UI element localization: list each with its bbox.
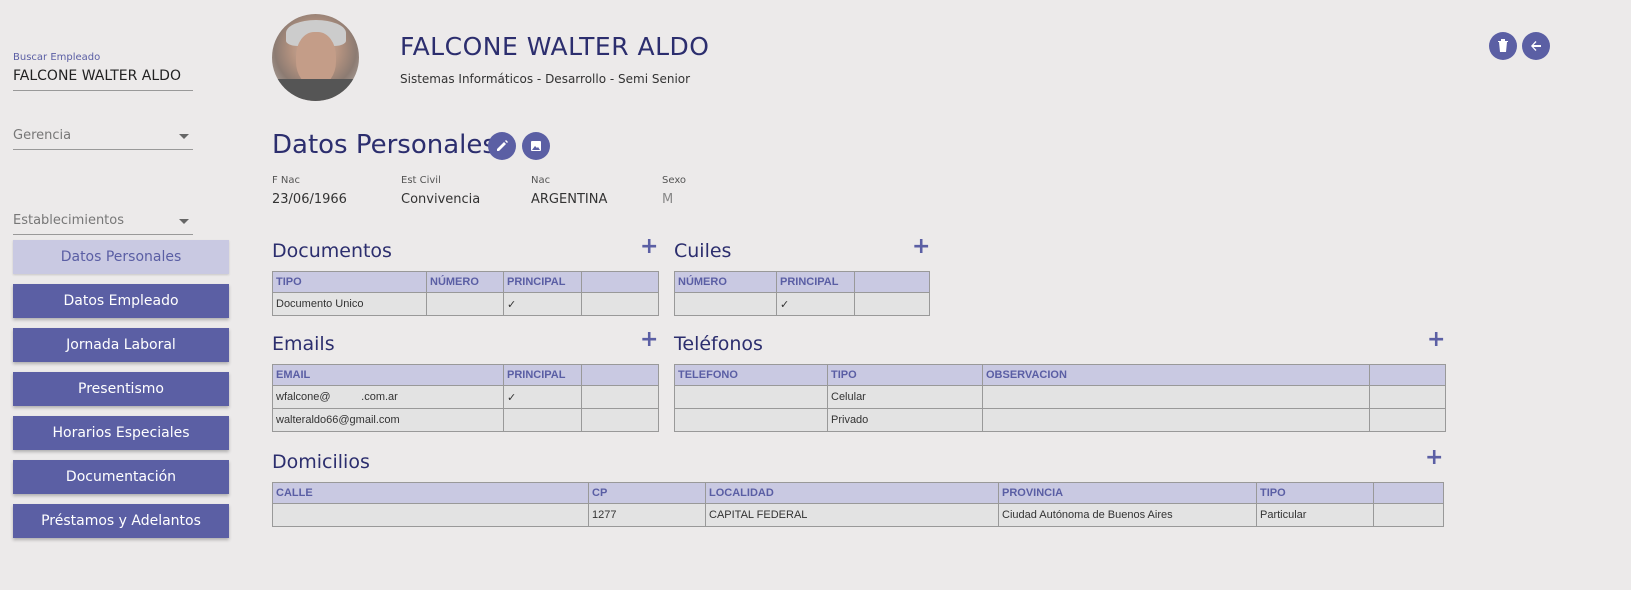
col-principal: PRINCIPAL <box>503 364 582 386</box>
table-row[interactable]: wfalcone@ .com.ar ✓ <box>272 385 659 409</box>
col-observacion: OBSERVACION <box>982 364 1370 386</box>
cuiles-title: Cuiles <box>674 240 732 262</box>
nac-value: ARGENTINA <box>531 192 608 207</box>
col-principal: PRINCIPAL <box>776 271 855 293</box>
image-icon <box>531 141 541 151</box>
employee-name: FALCONE WALTER ALDO <box>400 32 710 61</box>
photo-button[interactable] <box>522 132 550 160</box>
documentos-title: Documentos <box>272 240 392 262</box>
edit-button[interactable] <box>488 132 516 160</box>
col-provincia: PROVINCIA <box>998 482 1257 504</box>
documentos-table: TIPO NÚMERO PRINCIPAL Documento Unico ✓ <box>272 271 659 316</box>
table-row[interactable]: Documento Unico ✓ <box>272 292 659 316</box>
col-calle: CALLE <box>272 482 589 504</box>
sidebar: Buscar Empleado FALCONE WALTER ALDO Gere… <box>13 0 229 538</box>
table-header: NÚMERO PRINCIPAL <box>674 271 930 293</box>
domicilios-table: CALLE CP LOCALIDAD PROVINCIA TIPO 1277 C… <box>272 482 1444 527</box>
fnac-value: 23/06/1966 <box>272 192 347 207</box>
gerencia-placeholder: Gerencia <box>13 128 72 143</box>
col-tipo: TIPO <box>827 364 983 386</box>
check-icon: ✓ <box>503 292 582 316</box>
emails-title: Emails <box>272 333 335 355</box>
col-tipo: TIPO <box>1256 482 1374 504</box>
sexo-label: Sexo <box>662 175 687 186</box>
table-row[interactable]: Celular <box>674 385 1446 409</box>
nav-presentismo[interactable]: Presentismo <box>13 372 229 406</box>
search-input[interactable]: FALCONE WALTER ALDO <box>13 63 193 91</box>
col-cp: CP <box>588 482 706 504</box>
col-actions <box>581 271 659 293</box>
check-icon: ✓ <box>503 385 582 409</box>
domicilios-title: Domicilios <box>272 451 370 473</box>
table-header: CALLE CP LOCALIDAD PROVINCIA TIPO <box>272 482 1444 504</box>
col-telefono: TELEFONO <box>674 364 828 386</box>
table-row[interactable]: 1277 CAPITAL FEDERAL Ciudad Autónoma de … <box>272 503 1444 527</box>
table-header: TIPO NÚMERO PRINCIPAL <box>272 271 659 293</box>
search-label: Buscar Empleado <box>13 52 101 63</box>
nav-datos-personales[interactable]: Datos Personales <box>13 240 229 274</box>
col-numero: NÚMERO <box>426 271 504 293</box>
pencil-icon <box>497 140 508 151</box>
fnac-label: F Nac <box>272 175 301 186</box>
employee-search[interactable]: Buscar Empleado FALCONE WALTER ALDO <box>13 52 193 91</box>
telefonos-table: TELEFONO TIPO OBSERVACION Celular Privad… <box>674 364 1446 432</box>
col-actions <box>1369 364 1446 386</box>
chevron-down-icon <box>179 134 189 139</box>
trash-icon <box>1498 39 1508 52</box>
add-documento-icon[interactable]: + <box>640 236 658 258</box>
telefonos-title: Teléfonos <box>674 333 763 355</box>
chevron-down-icon <box>179 219 189 224</box>
table-row[interactable]: ✓ <box>674 292 930 316</box>
arrow-left-icon <box>1531 41 1541 51</box>
col-actions <box>854 271 930 293</box>
col-actions <box>1373 482 1444 504</box>
nav-horarios-especiales[interactable]: Horarios Especiales <box>13 416 229 450</box>
add-cuil-icon[interactable]: + <box>912 236 930 258</box>
nac-label: Nac <box>531 175 551 186</box>
add-domicilio-icon[interactable]: + <box>1425 447 1443 469</box>
establecimientos-placeholder: Establecimientos <box>13 213 125 228</box>
estcivil-value: Convivencia <box>401 192 481 207</box>
employee-avatar <box>272 14 359 101</box>
estcivil-label: Est Civil <box>401 175 441 186</box>
employee-subtitle: Sistemas Informáticos - Desarrollo - Sem… <box>400 72 691 86</box>
add-email-icon[interactable]: + <box>640 329 658 351</box>
check-icon: ✓ <box>776 292 855 316</box>
col-principal: PRINCIPAL <box>503 271 582 293</box>
delete-button[interactable] <box>1489 32 1517 60</box>
col-localidad: LOCALIDAD <box>705 482 999 504</box>
personal-data-title: Datos Personales <box>272 130 496 160</box>
col-numero: NÚMERO <box>674 271 777 293</box>
nav-prestamos-adelantos[interactable]: Préstamos y Adelantos <box>13 504 229 538</box>
col-tipo: TIPO <box>272 271 427 293</box>
nav-documentacion[interactable]: Documentación <box>13 460 229 494</box>
add-telefono-icon[interactable]: + <box>1427 329 1445 351</box>
col-actions <box>581 364 659 386</box>
nav-jornada-laboral[interactable]: Jornada Laboral <box>13 328 229 362</box>
back-button[interactable] <box>1522 32 1550 60</box>
cuiles-table: NÚMERO PRINCIPAL ✓ <box>674 271 930 316</box>
gerencia-select[interactable]: Gerencia <box>13 122 193 150</box>
col-email: EMAIL <box>272 364 504 386</box>
table-row[interactable]: walteraldo66@gmail.com <box>272 408 659 432</box>
sexo-value: M <box>662 192 674 207</box>
nav-datos-empleado[interactable]: Datos Empleado <box>13 284 229 318</box>
emails-table: EMAIL PRINCIPAL wfalcone@ .com.ar ✓ walt… <box>272 364 659 432</box>
table-header: TELEFONO TIPO OBSERVACION <box>674 364 1446 386</box>
establecimientos-select[interactable]: Establecimientos <box>13 207 193 235</box>
table-header: EMAIL PRINCIPAL <box>272 364 659 386</box>
table-row[interactable]: Privado <box>674 408 1446 432</box>
